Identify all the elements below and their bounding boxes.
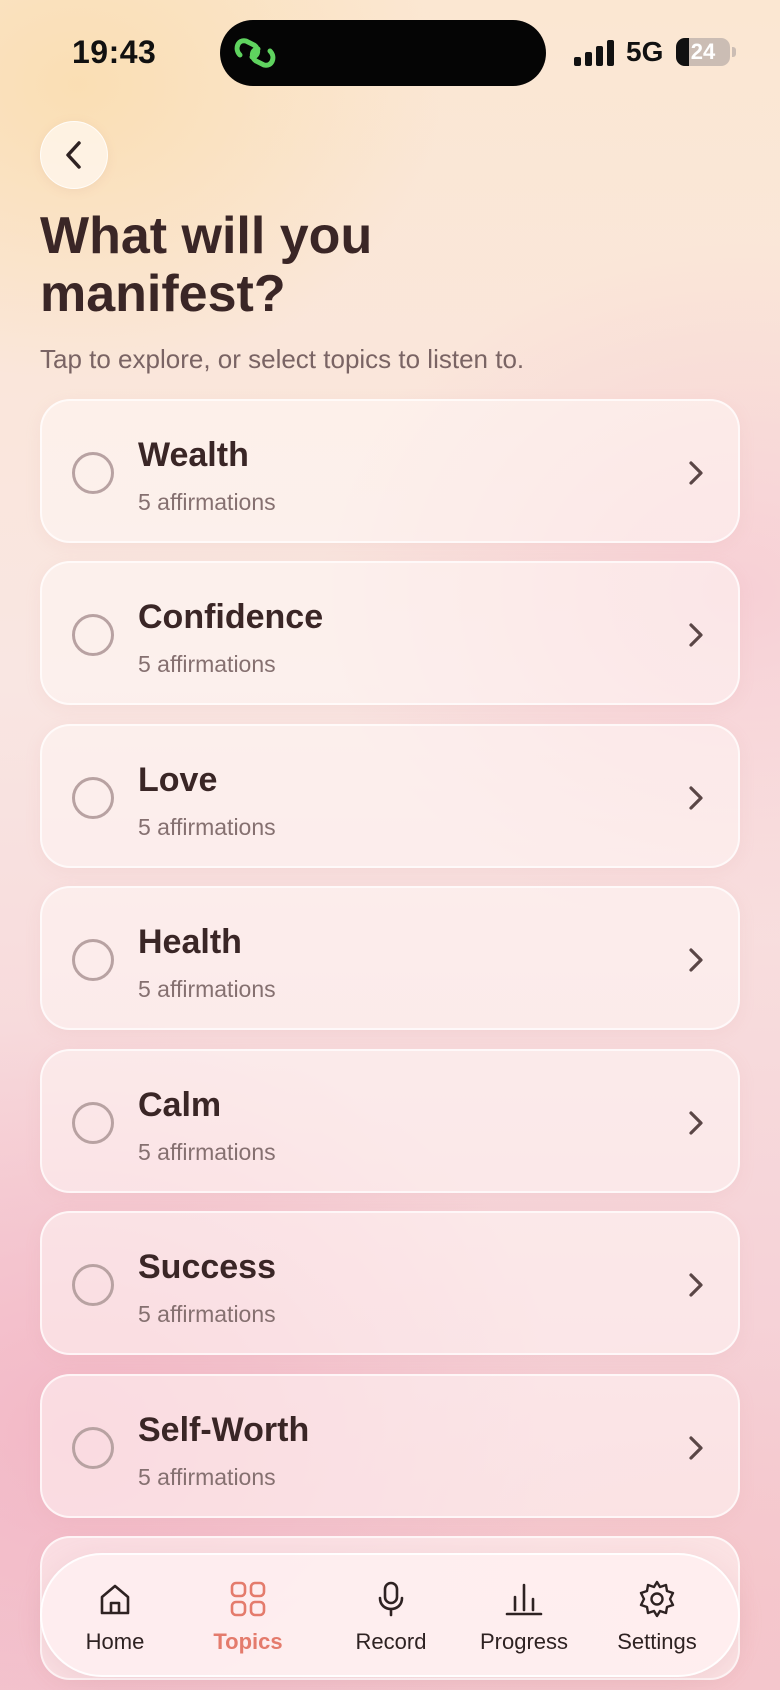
topic-select-radio[interactable]: [72, 1264, 114, 1306]
topic-card-calm[interactable]: Calm 5 affirmations: [40, 1049, 740, 1193]
topic-count: 5 affirmations: [138, 1301, 276, 1327]
nav-label: Record: [355, 1629, 427, 1654]
topic-card-wealth[interactable]: Wealth 5 affirmations: [40, 399, 740, 543]
chevron-right-icon: [689, 948, 703, 972]
topic-name: Love: [138, 761, 218, 799]
link-icon: [234, 38, 276, 68]
nav-home[interactable]: Home: [50, 1555, 180, 1679]
topic-name: Wealth: [138, 436, 249, 474]
topic-select-radio[interactable]: [72, 614, 114, 656]
battery-tip: [732, 47, 736, 57]
nav-record[interactable]: Record: [326, 1555, 456, 1679]
battery-level: 24: [690, 39, 716, 64]
topic-count: 5 affirmations: [138, 489, 276, 515]
topic-card-love[interactable]: Love 5 affirmations: [40, 724, 740, 868]
chevron-right-icon: [689, 461, 703, 485]
status-bar: 19:43 5G 24: [0, 0, 780, 105]
chevron-left-icon: [66, 141, 81, 169]
battery-icon: 24: [676, 38, 730, 66]
topic-card-health[interactable]: Health 5 affirmations: [40, 886, 740, 1030]
topic-name: Calm: [138, 1086, 222, 1124]
topic-count: 5 affirmations: [138, 651, 276, 677]
nav-settings[interactable]: Settings: [592, 1555, 722, 1679]
chevron-right-icon: [689, 1436, 703, 1460]
status-time: 19:43: [72, 34, 157, 70]
topic-name: Success: [138, 1248, 276, 1286]
nav-label: Progress: [479, 1629, 569, 1654]
chevron-right-icon: [689, 623, 703, 647]
bottom-nav: Home Topics Record Progress Settings: [40, 1553, 740, 1677]
bar-chart-icon: [505, 1583, 543, 1616]
grid-icon: [230, 1581, 266, 1617]
topic-count: 5 affirmations: [138, 976, 276, 1002]
page-title: What will you manifest?: [40, 207, 373, 323]
chevron-right-icon: [689, 786, 703, 810]
nav-progress[interactable]: Progress: [459, 1555, 589, 1679]
topic-count: 5 affirmations: [138, 814, 276, 840]
topic-select-radio[interactable]: [72, 1427, 114, 1469]
topic-select-radio[interactable]: [72, 1102, 114, 1144]
topic-select-radio[interactable]: [72, 939, 114, 981]
nav-topics[interactable]: Topics: [183, 1555, 313, 1679]
topic-name: Confidence: [138, 598, 324, 636]
topic-card-confidence[interactable]: Confidence 5 affirmations: [40, 561, 740, 705]
topic-card-self-worth[interactable]: Self-Worth 5 affirmations: [40, 1374, 740, 1518]
signal-icon: [574, 38, 614, 66]
topic-select-radio[interactable]: [72, 777, 114, 819]
nav-label: Topics: [213, 1629, 283, 1654]
topic-name: Health: [138, 923, 242, 961]
nav-label: Home: [85, 1629, 145, 1654]
topic-count: 5 affirmations: [138, 1139, 276, 1165]
chevron-right-icon: [689, 1273, 703, 1297]
topic-select-radio[interactable]: [72, 452, 114, 494]
page-subtitle: Tap to explore, or select topics to list…: [40, 344, 525, 374]
home-icon: [100, 1584, 130, 1615]
topic-name: Self-Worth: [138, 1411, 310, 1449]
topic-card-success[interactable]: Success 5 affirmations: [40, 1211, 740, 1355]
chevron-right-icon: [689, 1111, 703, 1135]
network-label: 5G: [626, 36, 664, 67]
gear-icon: [639, 1580, 675, 1618]
topic-count: 5 affirmations: [138, 1464, 276, 1490]
back-button[interactable]: [40, 121, 108, 189]
nav-label: Settings: [617, 1629, 697, 1654]
microphone-icon: [378, 1581, 404, 1617]
